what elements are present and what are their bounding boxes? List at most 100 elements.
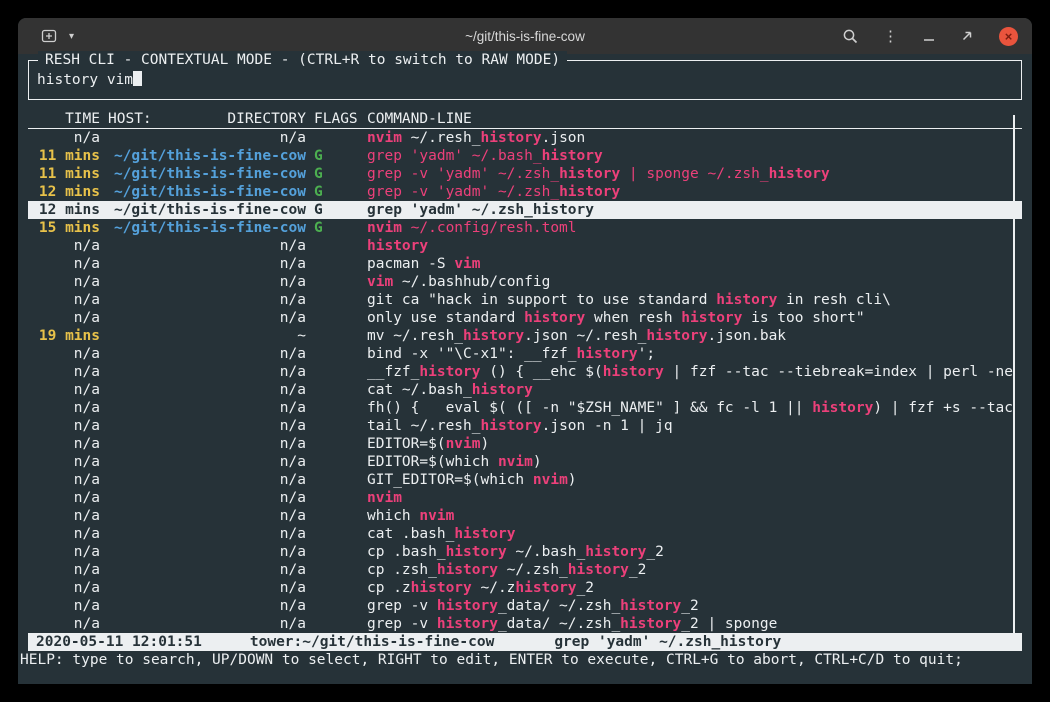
directory-cell: ~/git/this-is-fine-cow <box>108 147 306 165</box>
match-highlight: history <box>419 364 480 380</box>
command-text: ) <box>481 436 490 452</box>
command-text: grep 'yadm' ~/.bash_ <box>367 148 542 164</box>
command-text: '; <box>638 346 655 362</box>
command-text: .json.bak <box>707 328 786 344</box>
command-cell: grep -v history_data/ ~/.zsh_history_2 |… <box>367 615 1022 633</box>
history-row[interactable]: 15 mins~/git/this-is-fine-cowGnvim ~/.co… <box>28 219 1022 237</box>
time-cell: n/a <box>28 561 100 579</box>
history-row[interactable]: 19 mins~mv ~/.resh_history.json ~/.resh_… <box>28 327 1022 345</box>
terminal-content: RESH CLI - CONTEXTUAL MODE - (CTRL+R to … <box>18 54 1032 684</box>
time-cell: n/a <box>28 273 100 291</box>
directory-cell: n/a <box>108 417 306 435</box>
history-row[interactable]: n/an/avim ~/.bashhub/config <box>28 273 1022 291</box>
history-row[interactable]: 11 mins~/git/this-is-fine-cowGgrep 'yadm… <box>28 147 1022 165</box>
history-row[interactable]: n/an/acp .bash_history ~/.bash_history_2 <box>28 543 1022 561</box>
command-text: cat .bash_ <box>367 526 454 542</box>
kebab-menu-icon[interactable]: ⋮ <box>883 27 898 45</box>
command-text: _data/ ~/.zsh_ <box>498 598 620 614</box>
history-row[interactable]: n/an/aonly use standard history when res… <box>28 309 1022 327</box>
directory-cell: n/a <box>108 453 306 471</box>
command-text: .json -n 1 | jq <box>542 418 673 434</box>
flags-cell <box>314 237 359 255</box>
time-cell: 19 mins <box>28 327 100 345</box>
history-row[interactable]: n/an/acp .zhistory ~/.zhistory_2 <box>28 579 1022 597</box>
status-location: tower:~/git/this-is-fine-cow <box>250 634 494 650</box>
command-cell: which nvim <box>367 507 1022 525</box>
directory-cell: n/a <box>108 363 306 381</box>
history-row[interactable]: n/an/agit ca "hack in support to use sta… <box>28 291 1022 309</box>
history-row[interactable]: n/an/acat ~/.bash_history <box>28 381 1022 399</box>
directory-cell: ~/git/this-is-fine-cow <box>108 219 306 237</box>
match-highlight: history <box>437 598 498 614</box>
time-cell: n/a <box>28 345 100 363</box>
minimize-icon <box>923 29 935 43</box>
history-row[interactable]: n/an/anvim ~/.resh_history.json <box>28 129 1022 147</box>
minimize-button[interactable] <box>923 29 935 43</box>
search-button[interactable] <box>842 28 858 44</box>
history-row[interactable]: n/an/agrep -v history_data/ ~/.zsh_histo… <box>28 597 1022 615</box>
match-highlight: history <box>524 310 585 326</box>
command-cell: EDITOR=$(which nvim) <box>367 453 1022 471</box>
command-text: ~/.z <box>472 580 516 596</box>
match-highlight: history <box>515 580 576 596</box>
history-row[interactable]: n/an/anvim <box>28 489 1022 507</box>
history-row[interactable]: n/an/aGIT_EDITOR=$(which nvim) <box>28 471 1022 489</box>
command-text: tail ~/.resh_ <box>367 418 481 434</box>
new-terminal-button[interactable] <box>40 28 60 44</box>
status-command: grep 'yadm' ~/.zsh_history <box>554 634 781 650</box>
time-cell: n/a <box>28 309 100 327</box>
search-query-text: history vim <box>37 72 133 88</box>
command-cell: cp .bash_history ~/.bash_history_2 <box>367 543 1022 561</box>
history-row[interactable]: n/an/apacman -S vim <box>28 255 1022 273</box>
header-host-directory: HOST:DIRECTORY <box>108 110 306 128</box>
history-row-selected[interactable]: 12 mins~/git/this-is-fine-cowGgrep 'yadm… <box>28 201 1022 219</box>
match-highlight: history <box>454 526 515 542</box>
history-row[interactable]: n/an/atail ~/.resh_history.json -n 1 | j… <box>28 417 1022 435</box>
time-cell: n/a <box>28 129 100 147</box>
close-button[interactable]: × <box>999 27 1018 46</box>
history-row[interactable]: n/an/a__fzf_history () { __ehc $(history… <box>28 363 1022 381</box>
command-cell: cp .zsh_history ~/.zsh_history_2 <box>367 561 1022 579</box>
time-cell: 12 mins <box>28 183 100 201</box>
directory-cell: n/a <box>108 489 306 507</box>
flags-cell <box>314 561 359 579</box>
directory-cell: ~/git/this-is-fine-cow <box>108 165 306 183</box>
history-row[interactable]: n/an/afh() { eval $( ([ -n "$ZSH_NAME" ]… <box>28 399 1022 417</box>
history-row[interactable]: n/an/awhich nvim <box>28 507 1022 525</box>
history-row[interactable]: n/an/abind -x '"\C-x1": __fzf_history'; <box>28 345 1022 363</box>
command-text: ~/.bashhub/config <box>393 274 550 290</box>
command-text: git ca "hack in support to use standard <box>367 292 716 308</box>
header-time: TIME <box>28 110 100 128</box>
directory-cell: ~ <box>108 327 306 345</box>
history-row[interactable]: n/an/ahistory <box>28 237 1022 255</box>
flags-cell <box>314 345 359 363</box>
scrollbar[interactable] <box>1013 115 1015 645</box>
history-row[interactable]: n/an/agrep -v history_data/ ~/.zsh_histo… <box>28 615 1022 633</box>
history-row[interactable]: n/an/aEDITOR=$(which nvim) <box>28 453 1022 471</box>
history-row[interactable]: n/an/acat .bash_history <box>28 525 1022 543</box>
match-highlight: history <box>769 166 830 182</box>
command-text: EDITOR=$( <box>367 436 446 452</box>
match-highlight: history <box>437 562 498 578</box>
command-text: ~/.config/resh.toml <box>402 220 577 236</box>
command-text: which <box>367 508 419 524</box>
restore-button[interactable] <box>960 29 974 43</box>
history-row[interactable]: 11 mins~/git/this-is-fine-cowGgrep -v 'y… <box>28 165 1022 183</box>
close-icon: × <box>1005 30 1013 43</box>
directory-cell: n/a <box>108 345 306 363</box>
command-text: grep -v 'yadm' ~/.zsh_ <box>367 166 559 182</box>
command-text: | fzf --tac --tiebreak=index | perl -ne <box>664 364 1013 380</box>
chevron-down-icon[interactable]: ▾ <box>69 31 74 42</box>
command-text: __fzf_ <box>367 364 419 380</box>
header-command-line: COMMAND-LINE <box>367 110 1022 128</box>
match-highlight: history <box>646 328 707 344</box>
history-row[interactable]: n/an/acp .zsh_history ~/.zsh_history_2 <box>28 561 1022 579</box>
flags-cell <box>314 255 359 273</box>
command-cell: only use standard history when resh hist… <box>367 309 1022 327</box>
flags-cell <box>314 471 359 489</box>
history-row[interactable]: 12 mins~/git/this-is-fine-cowGgrep -v 'y… <box>28 183 1022 201</box>
history-row[interactable]: n/an/aEDITOR=$(nvim) <box>28 435 1022 453</box>
command-text: _2 <box>681 598 698 614</box>
time-cell: n/a <box>28 363 100 381</box>
command-cell: pacman -S vim <box>367 255 1022 273</box>
